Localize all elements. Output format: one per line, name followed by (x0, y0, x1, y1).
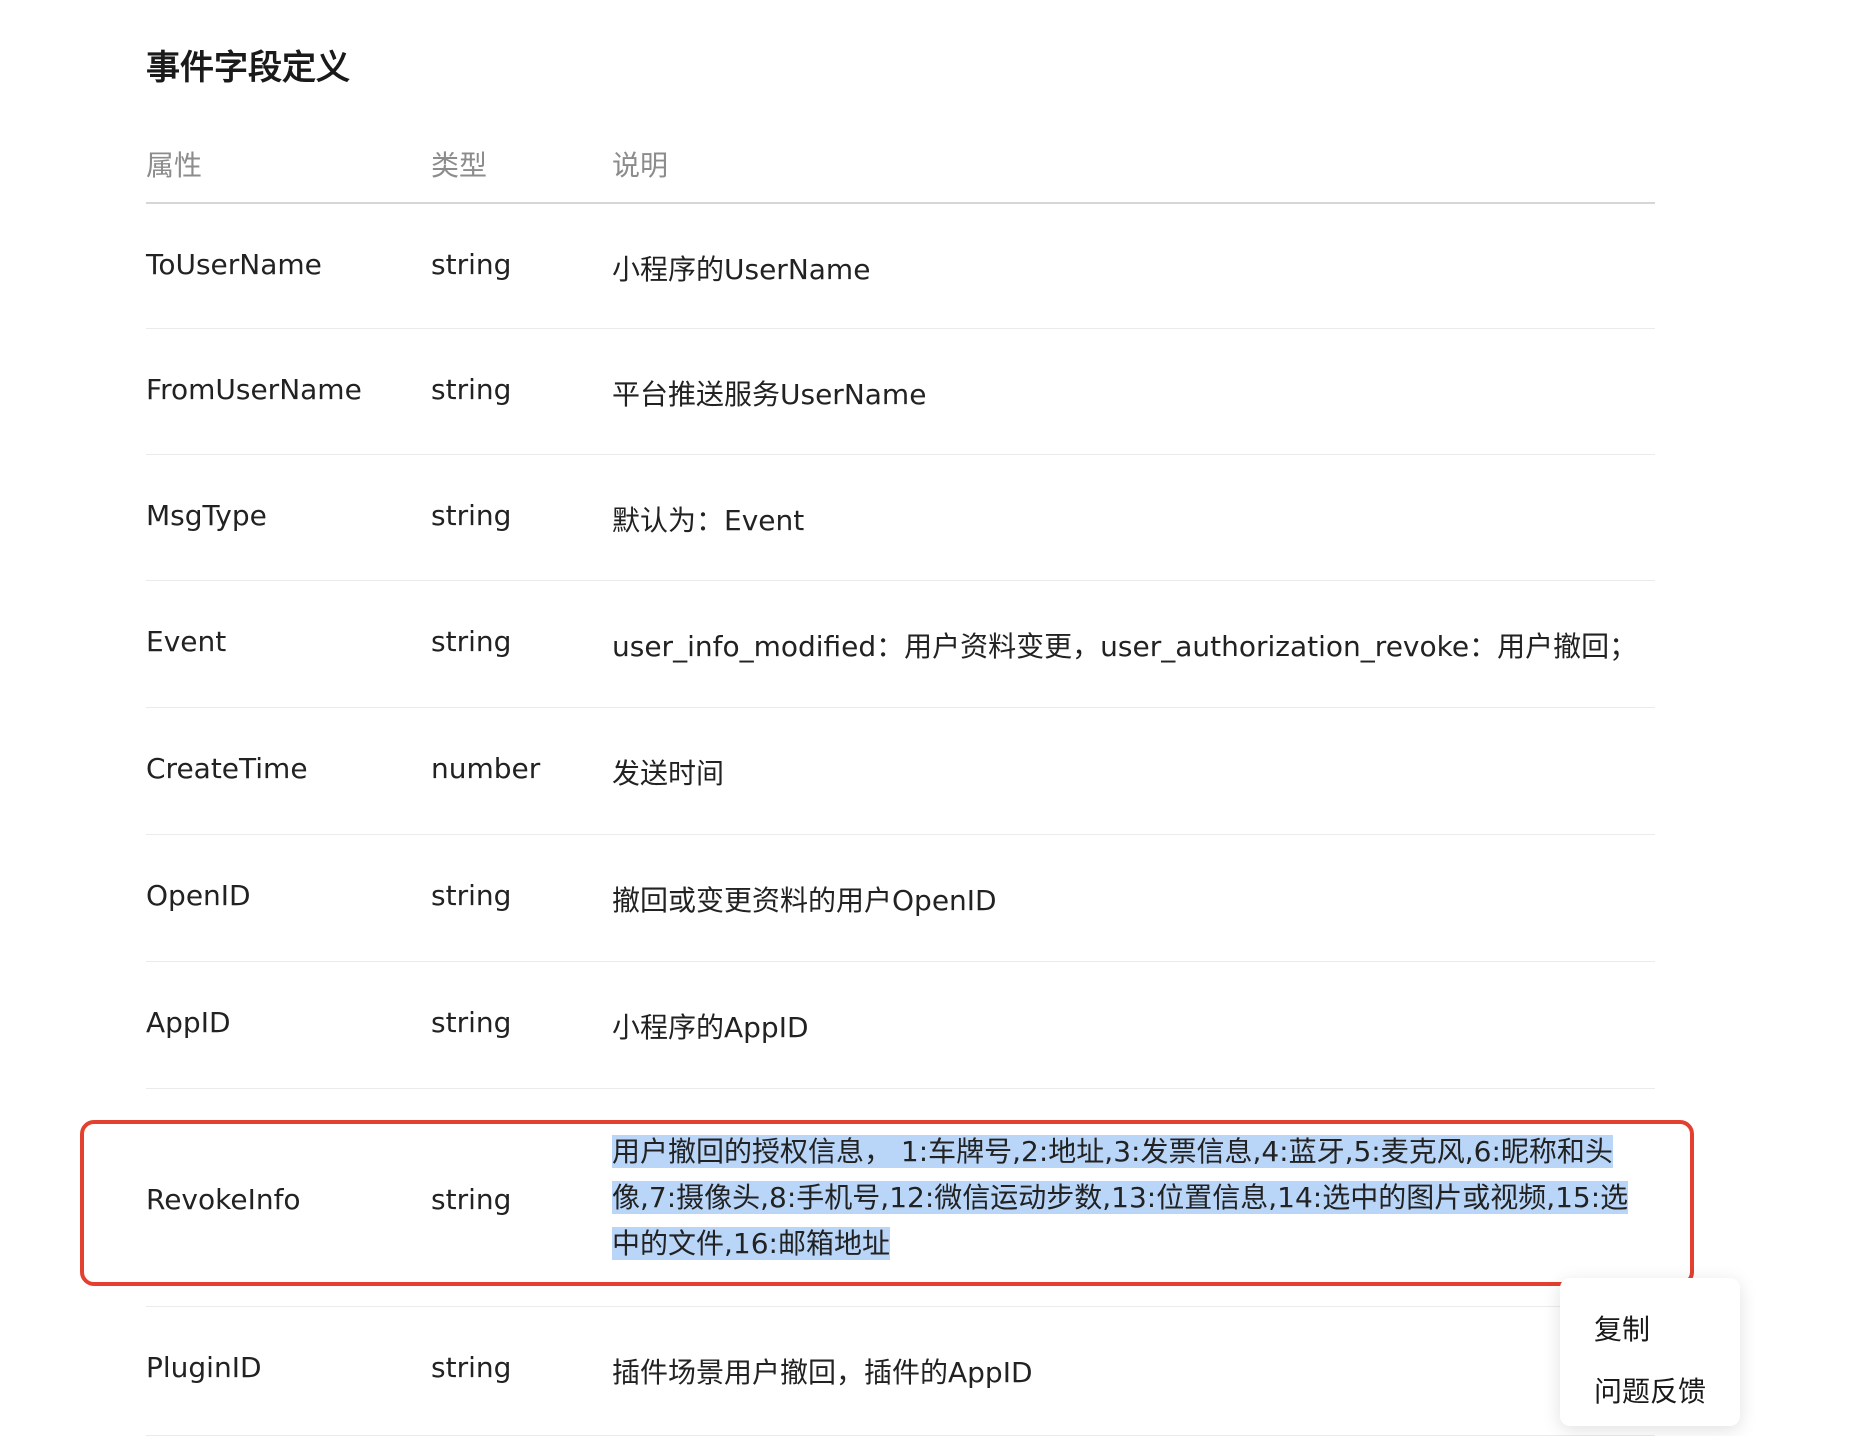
header-description: 说明 (612, 149, 669, 182)
cell-desc: 平台推送服务UserName (612, 378, 927, 411)
table-row: FromUserName string 平台推送服务UserName (146, 329, 1655, 455)
cell-desc: 小程序的AppID (612, 1011, 809, 1044)
cell-type: string (431, 499, 512, 532)
cell-type: string (431, 373, 512, 406)
cell-name: PluginID (146, 1351, 262, 1384)
table-row: Event string user_info_modified：用户资料变更，u… (146, 581, 1655, 708)
cell-name: OpenID (146, 879, 251, 912)
cell-name: MsgType (146, 499, 267, 532)
table-row: OpenID string 撤回或变更资料的用户OpenID (146, 835, 1655, 962)
cell-type: string (431, 879, 512, 912)
table-row: ToUserName string 小程序的UserName (146, 204, 1655, 329)
cell-type: string (431, 1351, 512, 1384)
cell-name: Event (146, 625, 227, 658)
table-row: AppID string 小程序的AppID (146, 962, 1655, 1089)
table-row: PluginID string 插件场景用户撤回，插件的AppID (146, 1307, 1655, 1436)
header-attribute: 属性 (146, 149, 203, 182)
cell-desc: 撤回或变更资料的用户OpenID (612, 884, 997, 917)
cell-desc: 发送时间 (612, 757, 725, 790)
feedback-menu-item[interactable]: 问题反馈 (1594, 1370, 1706, 1410)
cell-type: string (431, 625, 512, 658)
page-title: 事件字段定义 (146, 48, 350, 88)
cell-desc: 插件场景用户撤回，插件的AppID (612, 1356, 1033, 1389)
table-row: MsgType string 默认为：Event (146, 455, 1655, 581)
cell-type: number (431, 752, 541, 785)
highlight-box (80, 1120, 1694, 1286)
cell-desc: user_info_modified：用户资料变更，user_authoriza… (612, 630, 1638, 663)
context-menu: 复制 问题反馈 (1560, 1278, 1740, 1426)
cell-type: string (431, 248, 512, 281)
cell-name: FromUserName (146, 373, 362, 406)
header-type: 类型 (431, 149, 488, 182)
cell-desc: 默认为：Event (612, 504, 805, 537)
cell-name: AppID (146, 1006, 231, 1039)
table-header: 属性 类型 说明 (146, 130, 1655, 204)
cell-desc: 小程序的UserName (612, 253, 871, 286)
copy-menu-item[interactable]: 复制 (1594, 1308, 1650, 1348)
cell-name: CreateTime (146, 752, 308, 785)
table-row: CreateTime number 发送时间 (146, 708, 1655, 835)
cell-type: string (431, 1006, 512, 1039)
cell-name: ToUserName (146, 248, 322, 281)
